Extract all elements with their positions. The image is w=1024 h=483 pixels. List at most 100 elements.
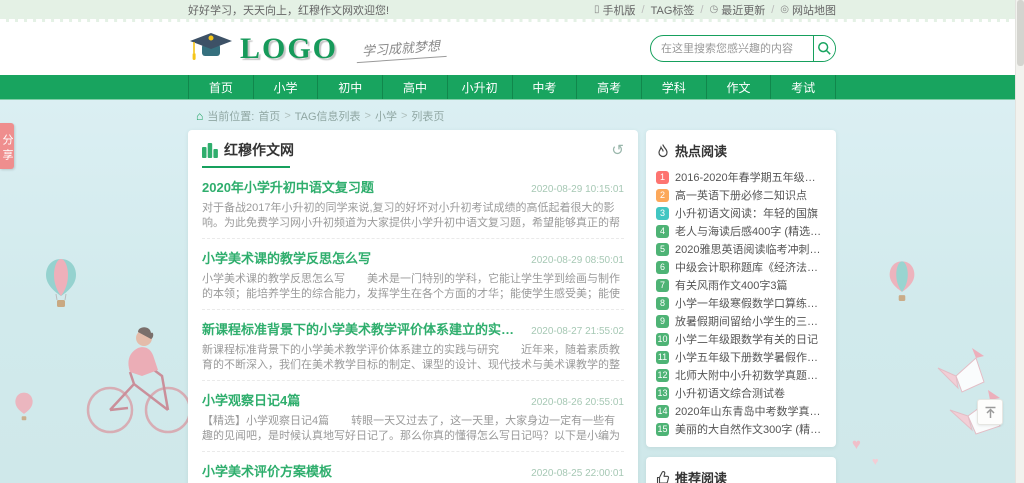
hot-item-text: 小学五年级下册数学暑假作业答案【20-61: [675, 349, 826, 365]
hot-item[interactable]: 6 中级会计职称题库《经济法》检测题: [656, 258, 826, 276]
recommended-reading-title: 推荐阅读: [675, 468, 727, 483]
page: 好好学习，天天向上，红穆作文网欢迎您! ▯手机版 / TAG标签 / ◷最近更新…: [0, 0, 1024, 483]
divider: /: [642, 4, 645, 16]
article-excerpt: 【精选】小学观察日记4篇 转眼一天又过去了，这一天里，大家身边一定有一些有趣的见…: [202, 414, 624, 444]
search-box: [650, 35, 836, 62]
rank-badge: 10: [656, 333, 669, 346]
breadcrumb-tag-list[interactable]: TAG信息列表: [295, 108, 361, 124]
heart-decoration: ♥: [852, 436, 861, 453]
divider: /: [771, 4, 774, 16]
nav-item-junior-high[interactable]: 初中: [318, 75, 383, 99]
hot-item[interactable]: 13 小升初语文综合测试卷: [656, 384, 826, 402]
nav-item-xiaoshengchu[interactable]: 小升初: [448, 75, 513, 99]
breadcrumb-separator: >: [365, 110, 371, 122]
main-nav: 首页 小学 初中 高中 小升初 中考 高考 学科 作文 考试: [0, 75, 1024, 100]
hot-item[interactable]: 10小学二年级跟数学有关的日记: [656, 330, 826, 348]
nav-item-home[interactable]: 首页: [188, 75, 254, 99]
mobile-version-link[interactable]: ▯手机版: [594, 2, 636, 18]
sitemap-link[interactable]: ◎网站地图: [780, 2, 836, 18]
site-logo[interactable]: LOGO: [188, 31, 338, 67]
hot-item[interactable]: 3 小升初语文阅读：年轻的国旗: [656, 204, 826, 222]
search-button[interactable]: [813, 36, 835, 61]
hot-item-text: 小学一年级寒假数学口算练习题三篇: [675, 295, 826, 311]
top-link-label: 网站地图: [792, 2, 836, 18]
home-icon: ⌂: [196, 109, 203, 123]
nav-item-zhongkao[interactable]: 中考: [513, 75, 578, 99]
hot-item[interactable]: 52020雅思英语阅读临考冲刺试题附答案: [656, 240, 826, 258]
nav-item-composition[interactable]: 作文: [707, 75, 772, 99]
hot-item[interactable]: 7有关风雨作文400字3篇: [656, 276, 826, 294]
hot-item[interactable]: 12016-2020年春学期五年级语文下期末模拟: [656, 168, 826, 186]
breadcrumb-list-page: 列表页: [411, 108, 444, 124]
nav-item-primary-school[interactable]: 小学: [254, 75, 319, 99]
article-date: 2020-08-29 10:15:01: [531, 184, 624, 195]
hot-item[interactable]: 2高一英语下册必修二知识点: [656, 186, 826, 204]
divider: /: [700, 4, 703, 16]
hot-item[interactable]: 142020年山东青岛中考数学真题 (已公布): [656, 402, 826, 420]
hot-item[interactable]: 12北师大附中小升初数学真题汇编: [656, 366, 826, 384]
nav-item-exams[interactable]: 考试: [771, 75, 836, 99]
nav-item-subjects[interactable]: 学科: [642, 75, 707, 99]
hot-item[interactable]: 9放暑假期间留给小学生的三年级英语作文范文: [656, 312, 826, 330]
rank-badge: 3: [656, 207, 669, 220]
hot-item-text: 中级会计职称题库《经济法》检测题: [675, 259, 826, 275]
hot-item-text: 2016-2020年春学期五年级语文下期末模拟: [675, 169, 826, 185]
bicycle-rider-illustration: [80, 312, 195, 437]
article-date: 2020-08-26 20:55:01: [531, 397, 624, 408]
hot-item-text: 有关风雨作文400字3篇: [675, 277, 787, 293]
page-scrollbar[interactable]: [1015, 0, 1024, 483]
article-date: 2020-08-29 08:50:01: [531, 255, 624, 266]
article-title-link[interactable]: 小学观察日记4篇: [202, 390, 300, 409]
rank-badge: 6: [656, 261, 669, 274]
article-title-link[interactable]: 小学美术课的教学反思怎么写: [202, 248, 371, 267]
article-title-link[interactable]: 新课程标准背景下的小学美术教学评价体系建立的实践与研究: [202, 319, 523, 338]
arrow-up-to-top-icon: [984, 406, 997, 419]
breadcrumb-primary-school[interactable]: 小学: [375, 108, 397, 124]
hot-item[interactable]: 11小学五年级下册数学暑假作业答案【20-61: [656, 348, 826, 366]
breadcrumb-home[interactable]: 首页: [258, 108, 280, 124]
article-date: 2020-08-27 21:55:02: [531, 326, 624, 337]
article-item: 2020年小学升初中语文复习题 2020-08-29 10:15:01 对于备战2…: [202, 168, 624, 239]
scrollbar-thumb[interactable]: [1017, 0, 1024, 66]
article-excerpt: 对于备战2017年小升初的同学来说,复习的好坏对小升初考试成绩的高低起着很大的影…: [202, 201, 624, 231]
hot-item-text: 小升初语文阅读：年轻的国旗: [675, 205, 818, 221]
nav-item-gaokao[interactable]: 高考: [577, 75, 642, 99]
small-balloon-illustration: [14, 392, 34, 422]
site-header: LOGO 学习成就梦想: [0, 22, 1024, 75]
phone-icon: ▯: [594, 4, 600, 15]
hot-item[interactable]: 15美丽的大自然作文300字 (精选3篇): [656, 420, 826, 438]
recommended-reading-card: 推荐阅读 1最欣赏的人作文400字 (精选3篇) 2关于感恩的中考满分作文600…: [646, 457, 836, 483]
rank-badge: 2: [656, 189, 669, 202]
welcome-text: 好好学习，天天向上，红穆作文网欢迎您!: [188, 2, 389, 18]
top-bar: 好好学习，天天向上，红穆作文网欢迎您! ▯手机版 / TAG标签 / ◷最近更新…: [0, 0, 1024, 22]
flame-icon: [656, 144, 670, 158]
article-title-link[interactable]: 2020年小学升初中语文复习题: [202, 177, 374, 196]
search-input[interactable]: [651, 36, 813, 61]
hot-item-text: 小升初语文综合测试卷: [675, 385, 785, 401]
top-links: ▯手机版 / TAG标签 / ◷最近更新 / ◎网站地图: [594, 2, 836, 18]
hot-item[interactable]: 4老人与海读后感400字 (精选3篇): [656, 222, 826, 240]
logo-text: LOGO: [240, 32, 338, 66]
hot-reading-card: 热点阅读 12016-2020年春学期五年级语文下期末模拟 2高一英语下册必修二…: [646, 130, 836, 447]
undo-refresh-icon[interactable]: ↺: [611, 143, 624, 158]
hot-air-balloon-illustration: [44, 258, 78, 310]
top-link-label: TAG标签: [651, 2, 695, 18]
sidebar: 热点阅读 12016-2020年春学期五年级语文下期末模拟 2高一英语下册必修二…: [646, 130, 836, 483]
rank-badge: 12: [656, 369, 669, 382]
article-title-link[interactable]: 小学美术评价方案模板: [202, 461, 332, 480]
heart-decoration: ♥: [872, 456, 879, 468]
recent-updates-link[interactable]: ◷最近更新: [709, 2, 765, 18]
hot-item[interactable]: 8小学一年级寒假数学口算练习题三篇: [656, 294, 826, 312]
back-to-top-button[interactable]: [977, 399, 1003, 425]
rank-badge: 9: [656, 315, 669, 328]
rank-badge: 4: [656, 225, 669, 238]
hot-item-text: 2020雅思英语阅读临考冲刺试题附答案: [675, 241, 826, 257]
article-excerpt: 新课程标准背景下的小学美术教学评价体系建立的实践与研究 近年来，随着素质教育的不…: [202, 343, 624, 373]
tag-link[interactable]: TAG标签: [651, 2, 695, 18]
hot-item-text: 美丽的大自然作文300字 (精选3篇): [675, 421, 826, 437]
rank-badge: 14: [656, 405, 669, 418]
rank-badge: 13: [656, 387, 669, 400]
site-building-icon: [202, 143, 218, 158]
nav-item-senior-high[interactable]: 高中: [383, 75, 448, 99]
share-button[interactable]: 分享: [0, 123, 14, 169]
